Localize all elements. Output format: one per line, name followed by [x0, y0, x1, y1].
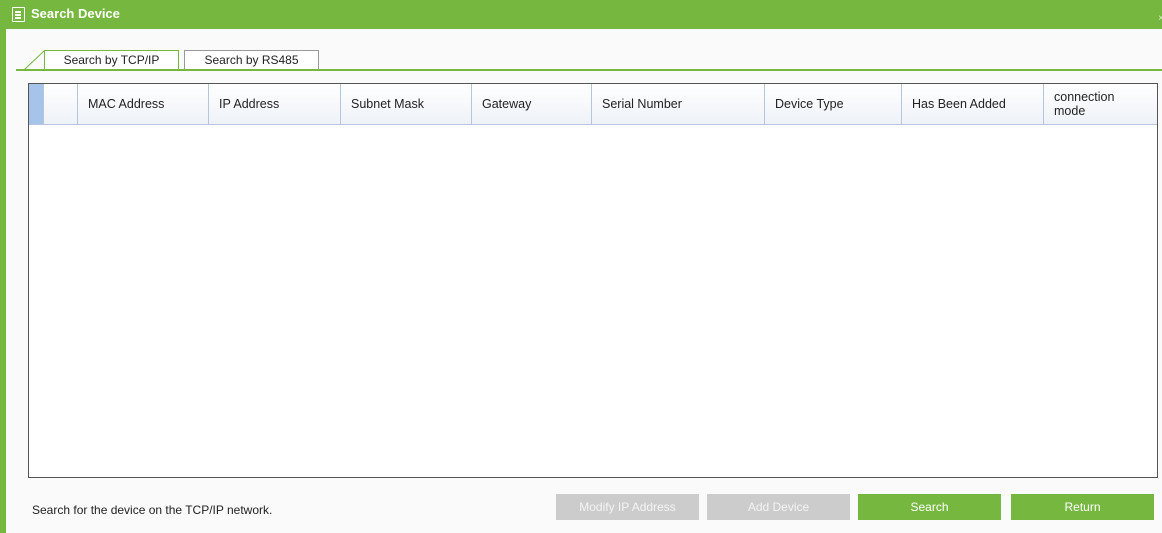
title-bar[interactable]: Search Device × [0, 0, 1162, 29]
search-device-window: Search Device × Search by TCP/IP Search … [0, 0, 1162, 533]
return-button[interactable]: Return [1011, 494, 1154, 520]
tab-strip: Search by TCP/IP Search by RS485 [6, 29, 1162, 71]
search-button[interactable]: Search [858, 494, 1001, 520]
column-gateway[interactable]: Gateway [472, 84, 592, 124]
column-serial-number[interactable]: Serial Number [592, 84, 765, 124]
window-title: Search Device [31, 6, 120, 21]
status-text: Search for the device on the TCP/IP netw… [32, 503, 273, 517]
row-selector-header[interactable] [29, 84, 44, 124]
column-ip-address[interactable]: IP Address [209, 84, 341, 124]
tab-underline [16, 69, 1162, 71]
add-device-button[interactable]: Add Device [707, 494, 850, 520]
column-device-type[interactable]: Device Type [765, 84, 902, 124]
device-table[interactable]: MAC Address IP Address Subnet Mask Gatew… [28, 83, 1158, 478]
tab-search-rs485[interactable]: Search by RS485 [184, 50, 319, 69]
column-has-been-added[interactable]: Has Been Added [902, 84, 1044, 124]
column-subnet-mask[interactable]: Subnet Mask [341, 84, 472, 124]
table-header: MAC Address IP Address Subnet Mask Gatew… [29, 84, 1157, 125]
tab-search-tcpip[interactable]: Search by TCP/IP [44, 50, 179, 69]
modify-ip-address-button[interactable]: Modify IP Address [556, 494, 699, 520]
column-mac-address[interactable]: MAC Address [78, 84, 209, 124]
blank-header-cell [44, 84, 78, 124]
close-icon[interactable]: × [1158, 14, 1162, 24]
column-connection-mode[interactable]: connection mode [1044, 84, 1124, 124]
device-list-icon [12, 7, 25, 22]
